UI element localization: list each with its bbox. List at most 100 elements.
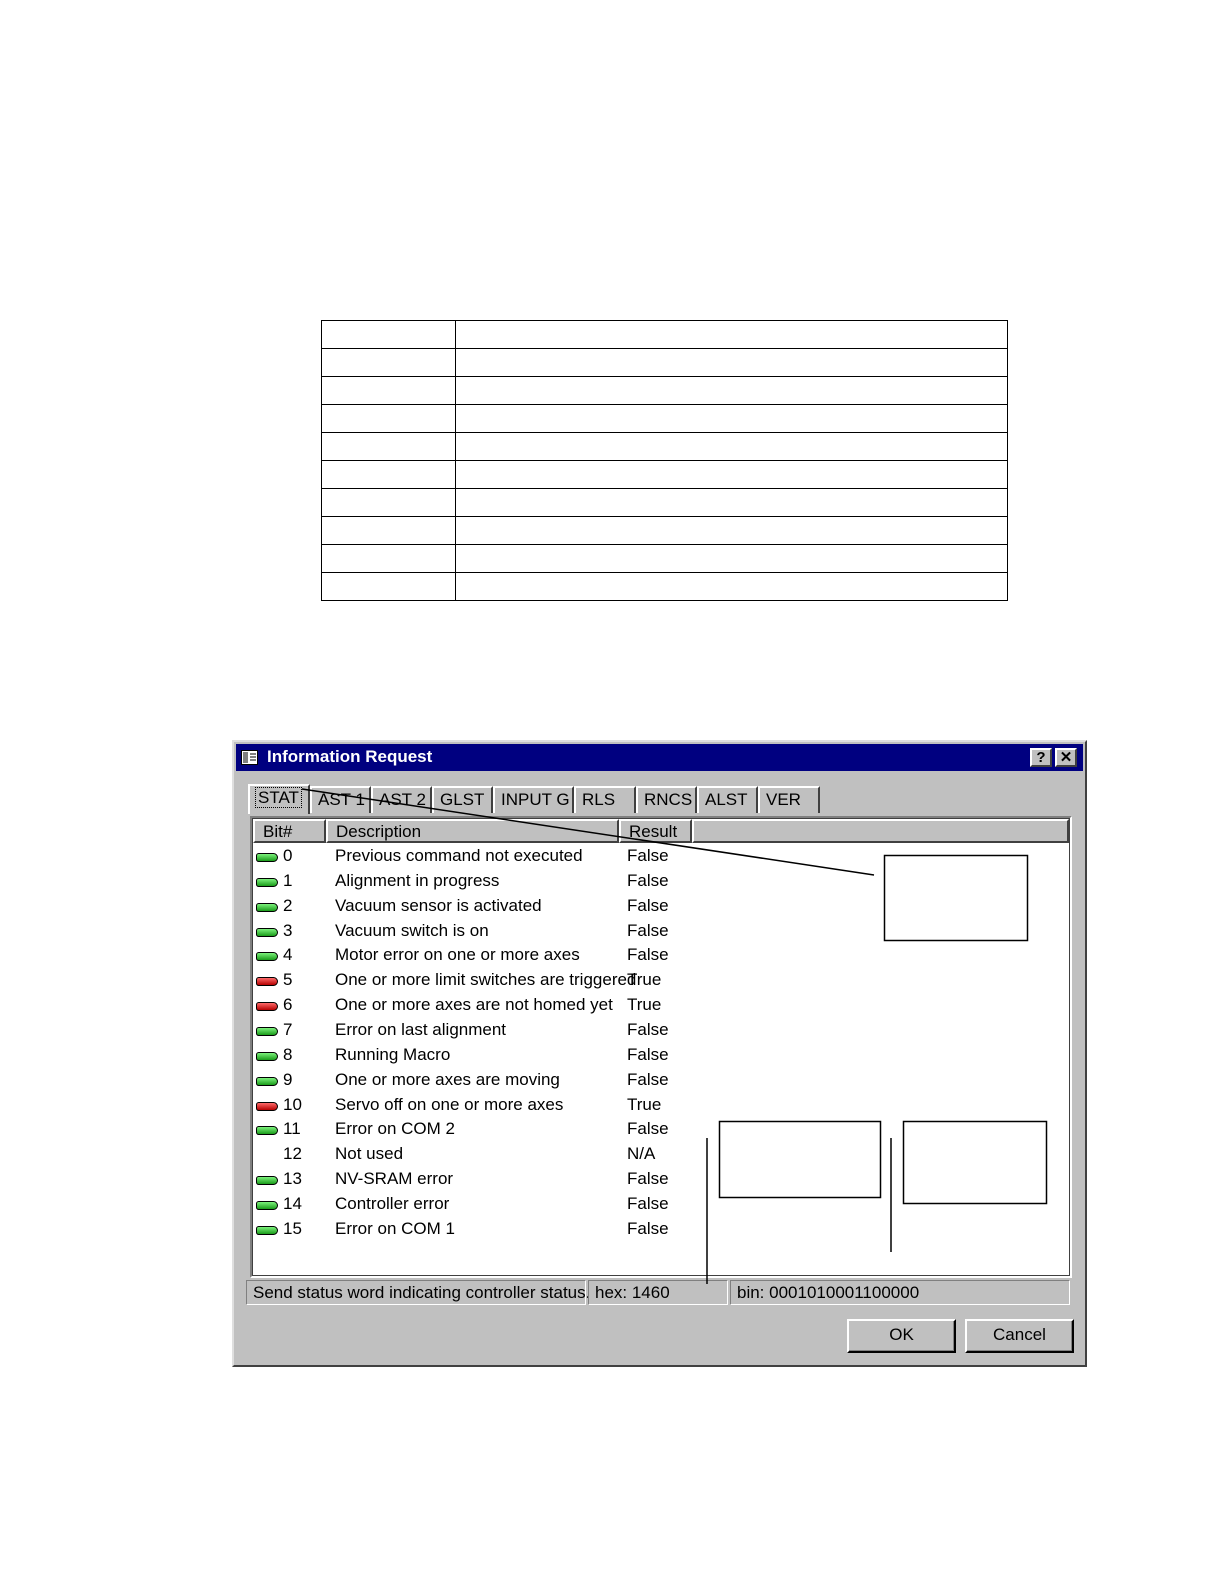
document-table-cell xyxy=(321,516,456,545)
tab-ast-1[interactable]: AST 1 xyxy=(310,786,371,813)
cell-bit: 8 xyxy=(283,1044,293,1064)
tab-glst[interactable]: GLST xyxy=(432,786,493,813)
cell-description: Motor error on one or more axes xyxy=(335,945,580,965)
document-table-row xyxy=(321,348,1008,377)
list-item[interactable]: 8 Running Macro False xyxy=(253,1045,1069,1070)
list-item[interactable]: 1 Alignment in progress False xyxy=(253,871,1069,896)
tab-rncs[interactable]: RNCS xyxy=(636,786,697,813)
cell-bit: 12 xyxy=(283,1144,302,1164)
cell-bit: 1 xyxy=(283,870,293,890)
document-table-row xyxy=(321,460,1008,489)
ok-button[interactable]: OK xyxy=(847,1319,956,1353)
document-table xyxy=(321,320,1008,601)
cell-description: One or more axes are moving xyxy=(335,1069,560,1089)
cell-description: Not used xyxy=(335,1144,404,1164)
green-led-icon xyxy=(256,1076,278,1086)
help-button[interactable]: ? xyxy=(1030,748,1052,767)
cell-result: False xyxy=(627,1069,669,1089)
cell-description: One or more limit switches are triggered xyxy=(335,970,637,990)
list-item[interactable]: 3 Vacuum switch is on False xyxy=(253,921,1069,946)
cell-bit: 13 xyxy=(283,1169,302,1189)
information-request-dialog: Information Request ? ✕ STAT AST 1 AST 2 GL… xyxy=(232,740,1087,1367)
list-item[interactable]: 9 One or more axes are moving False xyxy=(253,1070,1069,1095)
tab-input-g[interactable]: INPUT G xyxy=(493,786,574,813)
green-led-icon xyxy=(256,877,278,887)
list-item[interactable]: 13 NV-SRAM error False xyxy=(253,1169,1069,1194)
tab-rls[interactable]: RLS xyxy=(574,786,636,813)
cell-bit: 6 xyxy=(283,995,293,1015)
document-table-cell xyxy=(321,404,456,433)
green-led-icon xyxy=(256,902,278,912)
cell-bit: 3 xyxy=(283,920,293,940)
tab-stat[interactable]: STAT xyxy=(248,784,310,814)
status-bin: bin: 0001010001100000 xyxy=(730,1280,1070,1305)
document-table-cell xyxy=(321,544,456,573)
document-table-row xyxy=(321,376,1008,405)
dialog-title: Information Request xyxy=(267,747,433,766)
cell-result: False xyxy=(627,870,669,890)
column-header-result[interactable]: Result xyxy=(619,819,692,843)
column-header-description[interactable]: Description xyxy=(326,819,619,843)
cell-result: False xyxy=(627,1019,669,1039)
document-table-cell xyxy=(455,432,1008,461)
document-table-cell xyxy=(455,348,1008,377)
close-button[interactable]: ✕ xyxy=(1055,748,1077,767)
green-led-icon xyxy=(256,1176,278,1186)
cell-bit: 0 xyxy=(283,846,293,865)
cell-result: False xyxy=(627,1119,669,1139)
document-table-cell xyxy=(321,348,456,377)
red-led-icon xyxy=(256,977,278,987)
list-item[interactable]: 11 Error on COM 2 False xyxy=(253,1119,1069,1144)
tab-ast-2[interactable]: AST 2 xyxy=(371,786,432,813)
cell-result: False xyxy=(627,920,669,940)
green-led-icon xyxy=(256,1051,278,1061)
list-item[interactable]: 12 Not used N/A xyxy=(253,1144,1069,1169)
list-item[interactable]: 10 Servo off on one or more axes True xyxy=(253,1095,1069,1120)
list-item[interactable]: 6 One or more axes are not homed yet True xyxy=(253,995,1069,1020)
cell-result: False xyxy=(627,1218,669,1238)
green-led-icon xyxy=(256,1126,278,1136)
green-led-icon xyxy=(256,927,278,937)
tab-label: INPUT G xyxy=(501,790,570,809)
document-table-cell xyxy=(455,320,1008,349)
list-item[interactable]: 14 Controller error False xyxy=(253,1194,1069,1219)
cell-description: Vacuum sensor is activated xyxy=(335,895,542,915)
cell-result: False xyxy=(627,1193,669,1213)
green-led-icon xyxy=(256,1200,278,1210)
list-item[interactable]: 15 Error on COM 1 False xyxy=(253,1219,1069,1244)
cell-description: Vacuum switch is on xyxy=(335,920,489,940)
document-table-row xyxy=(321,488,1008,517)
tab-ver[interactable]: VER xyxy=(758,786,820,813)
tab-label: AST 2 xyxy=(379,790,426,809)
list-item[interactable]: 5 One or more limit switches are triggere… xyxy=(253,970,1069,995)
tab-label: VER xyxy=(766,790,801,809)
cell-description: Running Macro xyxy=(335,1044,451,1064)
tab-label: RNCS xyxy=(644,790,693,809)
cell-description: One or more axes are not homed yet xyxy=(335,995,613,1015)
cell-description: Controller error xyxy=(335,1193,450,1213)
cell-result: False xyxy=(627,895,669,915)
document-table-cell xyxy=(455,516,1008,545)
document-table-cell xyxy=(321,432,456,461)
status-bit-list[interactable]: Bit# Description Result 0 Previous comman… xyxy=(250,816,1072,1278)
tab-label: STAT xyxy=(255,787,302,808)
cell-result: False xyxy=(627,945,669,965)
column-header-bit[interactable]: Bit# xyxy=(253,819,326,843)
document-table-row xyxy=(321,404,1008,433)
list-item[interactable]: 4 Motor error on one or more axes False xyxy=(253,945,1069,970)
cell-result: False xyxy=(627,1169,669,1189)
tab-alst[interactable]: ALST xyxy=(697,786,758,813)
document-table-cell xyxy=(321,320,456,349)
list-item[interactable]: 0 Previous command not executed False xyxy=(253,846,1069,871)
document-table-cell xyxy=(455,460,1008,489)
cancel-button[interactable]: Cancel xyxy=(965,1319,1074,1353)
cell-bit: 15 xyxy=(283,1218,302,1238)
window-icon xyxy=(241,750,258,765)
cell-bit: 11 xyxy=(283,1119,301,1139)
document-table-row xyxy=(321,516,1008,545)
cell-result: False xyxy=(627,1044,669,1064)
title-bar: Information Request ? ✕ xyxy=(236,744,1083,771)
list-item[interactable]: 7 Error on last alignment False xyxy=(253,1020,1069,1045)
status-hex: hex: 1460 xyxy=(588,1280,728,1305)
list-item[interactable]: 2 Vacuum sensor is activated False xyxy=(253,896,1069,921)
